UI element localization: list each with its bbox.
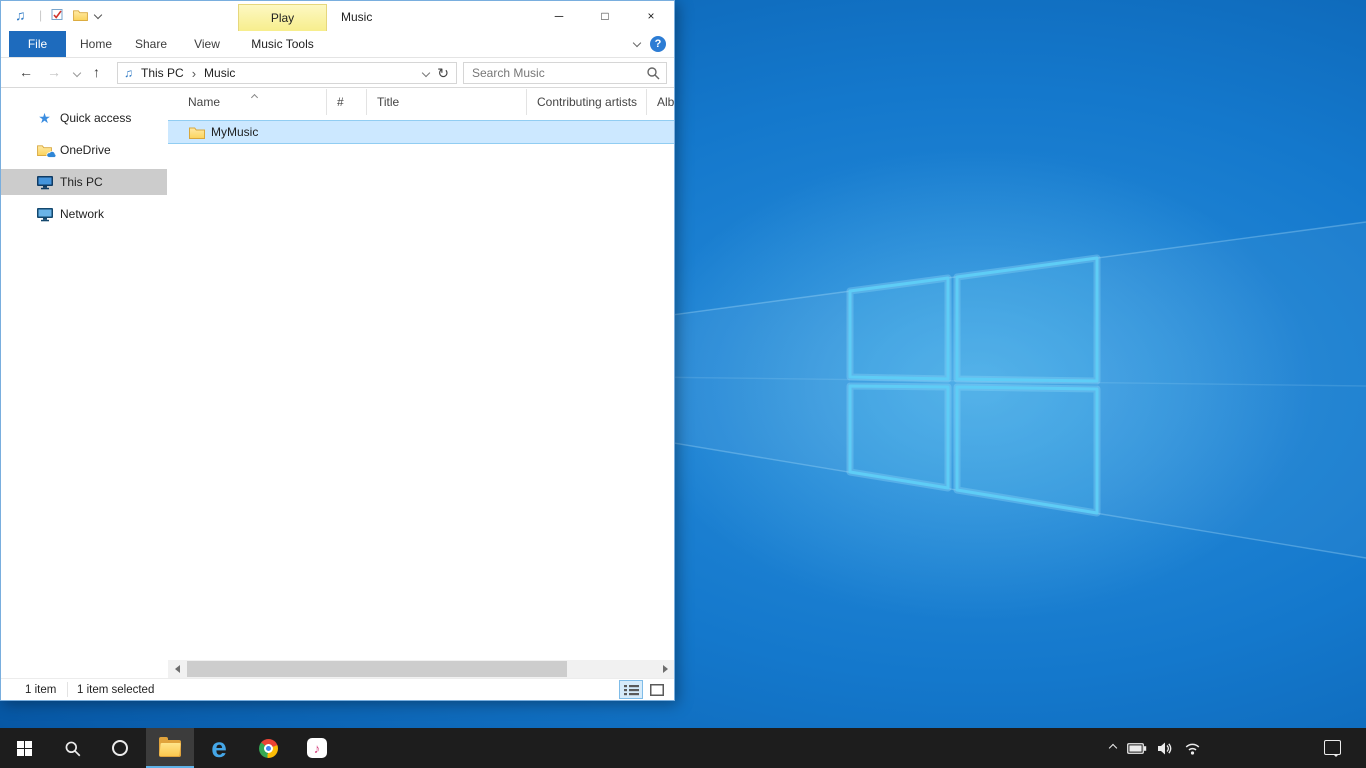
address-bar[interactable]: ♫ This PC › Music ↻	[117, 62, 457, 84]
network-icon	[36, 207, 54, 222]
window-title: Music	[341, 10, 372, 24]
status-bar: 1 item 1 item selected	[1, 678, 674, 700]
up-button[interactable]: ↑	[93, 64, 100, 80]
tab-music-tools[interactable]: Music Tools	[238, 31, 327, 57]
volume-icon[interactable]	[1158, 742, 1173, 755]
taskbar-itunes-button[interactable]: ♪	[293, 728, 341, 768]
contextual-badge-play[interactable]: Play	[238, 4, 327, 31]
qat-properties-icon[interactable]	[51, 8, 67, 24]
scrollbar-thumb[interactable]	[187, 661, 567, 677]
scroll-left-arrow-icon[interactable]	[168, 660, 186, 678]
search-input[interactable]	[464, 66, 646, 80]
qat-new-folder-icon[interactable]	[73, 8, 89, 24]
column-header-album[interactable]: Alb	[647, 89, 687, 115]
tab-home[interactable]: Home	[73, 31, 119, 57]
file-name: MyMusic	[211, 125, 258, 139]
address-dropdown-chevron-icon[interactable]	[422, 69, 430, 77]
column-header-contributing-artists[interactable]: Contributing artists	[527, 89, 647, 115]
hidden-icons-chevron-icon[interactable]	[1109, 744, 1117, 752]
window-controls: ─ □ ×	[536, 1, 674, 31]
itunes-icon: ♪	[307, 738, 327, 758]
edge-icon: e	[211, 729, 227, 767]
window-body: ★ Quick access OneDrive	[1, 89, 674, 678]
cortana-icon	[112, 740, 128, 756]
expand-ribbon-chevron-icon[interactable]	[633, 39, 641, 47]
sidebar-item-label: Quick access	[60, 111, 131, 125]
refresh-icon[interactable]: ↻	[437, 65, 449, 82]
taskbar-edge-button[interactable]: e	[195, 728, 243, 768]
sidebar-item-network[interactable]: Network	[1, 201, 167, 227]
taskbar-chrome-button[interactable]	[244, 728, 292, 768]
star-icon: ★	[38, 111, 51, 125]
folder-icon	[189, 126, 205, 139]
help-icon[interactable]: ?	[650, 36, 666, 52]
close-button[interactable]: ×	[628, 1, 674, 31]
search-box[interactable]	[463, 62, 667, 84]
sidebar-item-label: This PC	[60, 175, 103, 189]
sidebar-item-onedrive[interactable]: OneDrive	[1, 137, 167, 163]
breadcrumb-this-pc[interactable]: This PC	[141, 66, 184, 80]
file-explorer-window: ♫ | Play Music ─ □ × File Home Share Vie…	[0, 0, 675, 701]
address-music-note-icon: ♫	[124, 66, 133, 80]
tab-share[interactable]: Share	[125, 31, 177, 57]
taskbar-search-button[interactable]	[48, 728, 96, 768]
qat-customize-chevron-icon[interactable]	[94, 11, 102, 19]
windows-logo-icon	[17, 741, 32, 756]
sidebar-item-label: OneDrive	[60, 143, 111, 157]
computer-icon	[36, 175, 54, 190]
sort-ascending-icon	[251, 94, 258, 101]
tab-file[interactable]: File	[9, 31, 66, 57]
column-header-name[interactable]: Name	[168, 89, 327, 115]
view-toggles	[619, 680, 669, 699]
breadcrumb-music[interactable]: Music	[204, 66, 235, 80]
horizontal-scrollbar[interactable]	[168, 660, 674, 678]
sidebar-item-label: Network	[60, 207, 104, 221]
system-tray	[1110, 728, 1201, 768]
start-button[interactable]	[0, 728, 48, 768]
maximize-button[interactable]: □	[582, 1, 628, 31]
itunes-note-glyph: ♪	[314, 741, 321, 756]
breadcrumb-separator-icon[interactable]: ›	[192, 66, 196, 81]
back-button[interactable]: ←	[19, 64, 33, 80]
cortana-button[interactable]	[96, 728, 144, 768]
tab-view[interactable]: View	[183, 31, 231, 57]
sidebar-item-quick-access[interactable]: ★ Quick access	[1, 105, 167, 131]
music-note-icon: ♫	[15, 7, 26, 23]
search-icon	[64, 740, 81, 757]
file-list: Name # Title Contributing artists Alb My…	[168, 89, 674, 678]
title-bar[interactable]: ♫ | Play Music ─ □ ×	[1, 1, 674, 31]
large-icons-view-button[interactable]	[645, 680, 669, 699]
recent-locations-chevron-icon[interactable]	[73, 69, 81, 77]
sidebar-item-this-pc[interactable]: This PC	[1, 169, 167, 195]
selection-count: 1 item selected	[77, 684, 154, 696]
battery-icon[interactable]	[1127, 743, 1147, 754]
details-view-icon	[624, 684, 639, 696]
action-center-icon[interactable]	[1324, 740, 1341, 755]
chrome-icon	[259, 739, 278, 758]
status-divider	[67, 682, 68, 697]
file-explorer-icon	[159, 740, 181, 757]
item-count: 1 item	[25, 684, 56, 696]
navigation-bar: ← → ↑ ♫ This PC › Music ↻	[1, 58, 674, 88]
file-row-mymusic[interactable]: MyMusic	[168, 120, 674, 144]
details-view-button[interactable]	[619, 680, 643, 699]
column-header-number[interactable]: #	[327, 89, 367, 115]
column-headers: Name # Title Contributing artists Alb	[168, 89, 674, 116]
qat-separator: |	[39, 8, 42, 22]
large-icons-view-icon	[650, 684, 664, 696]
search-icon[interactable]	[646, 66, 660, 80]
navigation-pane: ★ Quick access OneDrive	[1, 89, 167, 678]
onedrive-cloud-icon	[46, 151, 57, 158]
scroll-right-arrow-icon[interactable]	[656, 660, 674, 678]
minimize-button[interactable]: ─	[536, 1, 582, 31]
taskbar-file-explorer-button[interactable]	[146, 728, 194, 768]
forward-button[interactable]: →	[47, 64, 61, 80]
column-header-title[interactable]: Title	[367, 89, 527, 115]
ribbon-tab-row: File Home Share View Music Tools ?	[1, 31, 674, 58]
taskbar: e ♪	[0, 728, 1366, 768]
wifi-icon[interactable]	[1184, 742, 1201, 755]
column-label: Name	[188, 95, 220, 109]
